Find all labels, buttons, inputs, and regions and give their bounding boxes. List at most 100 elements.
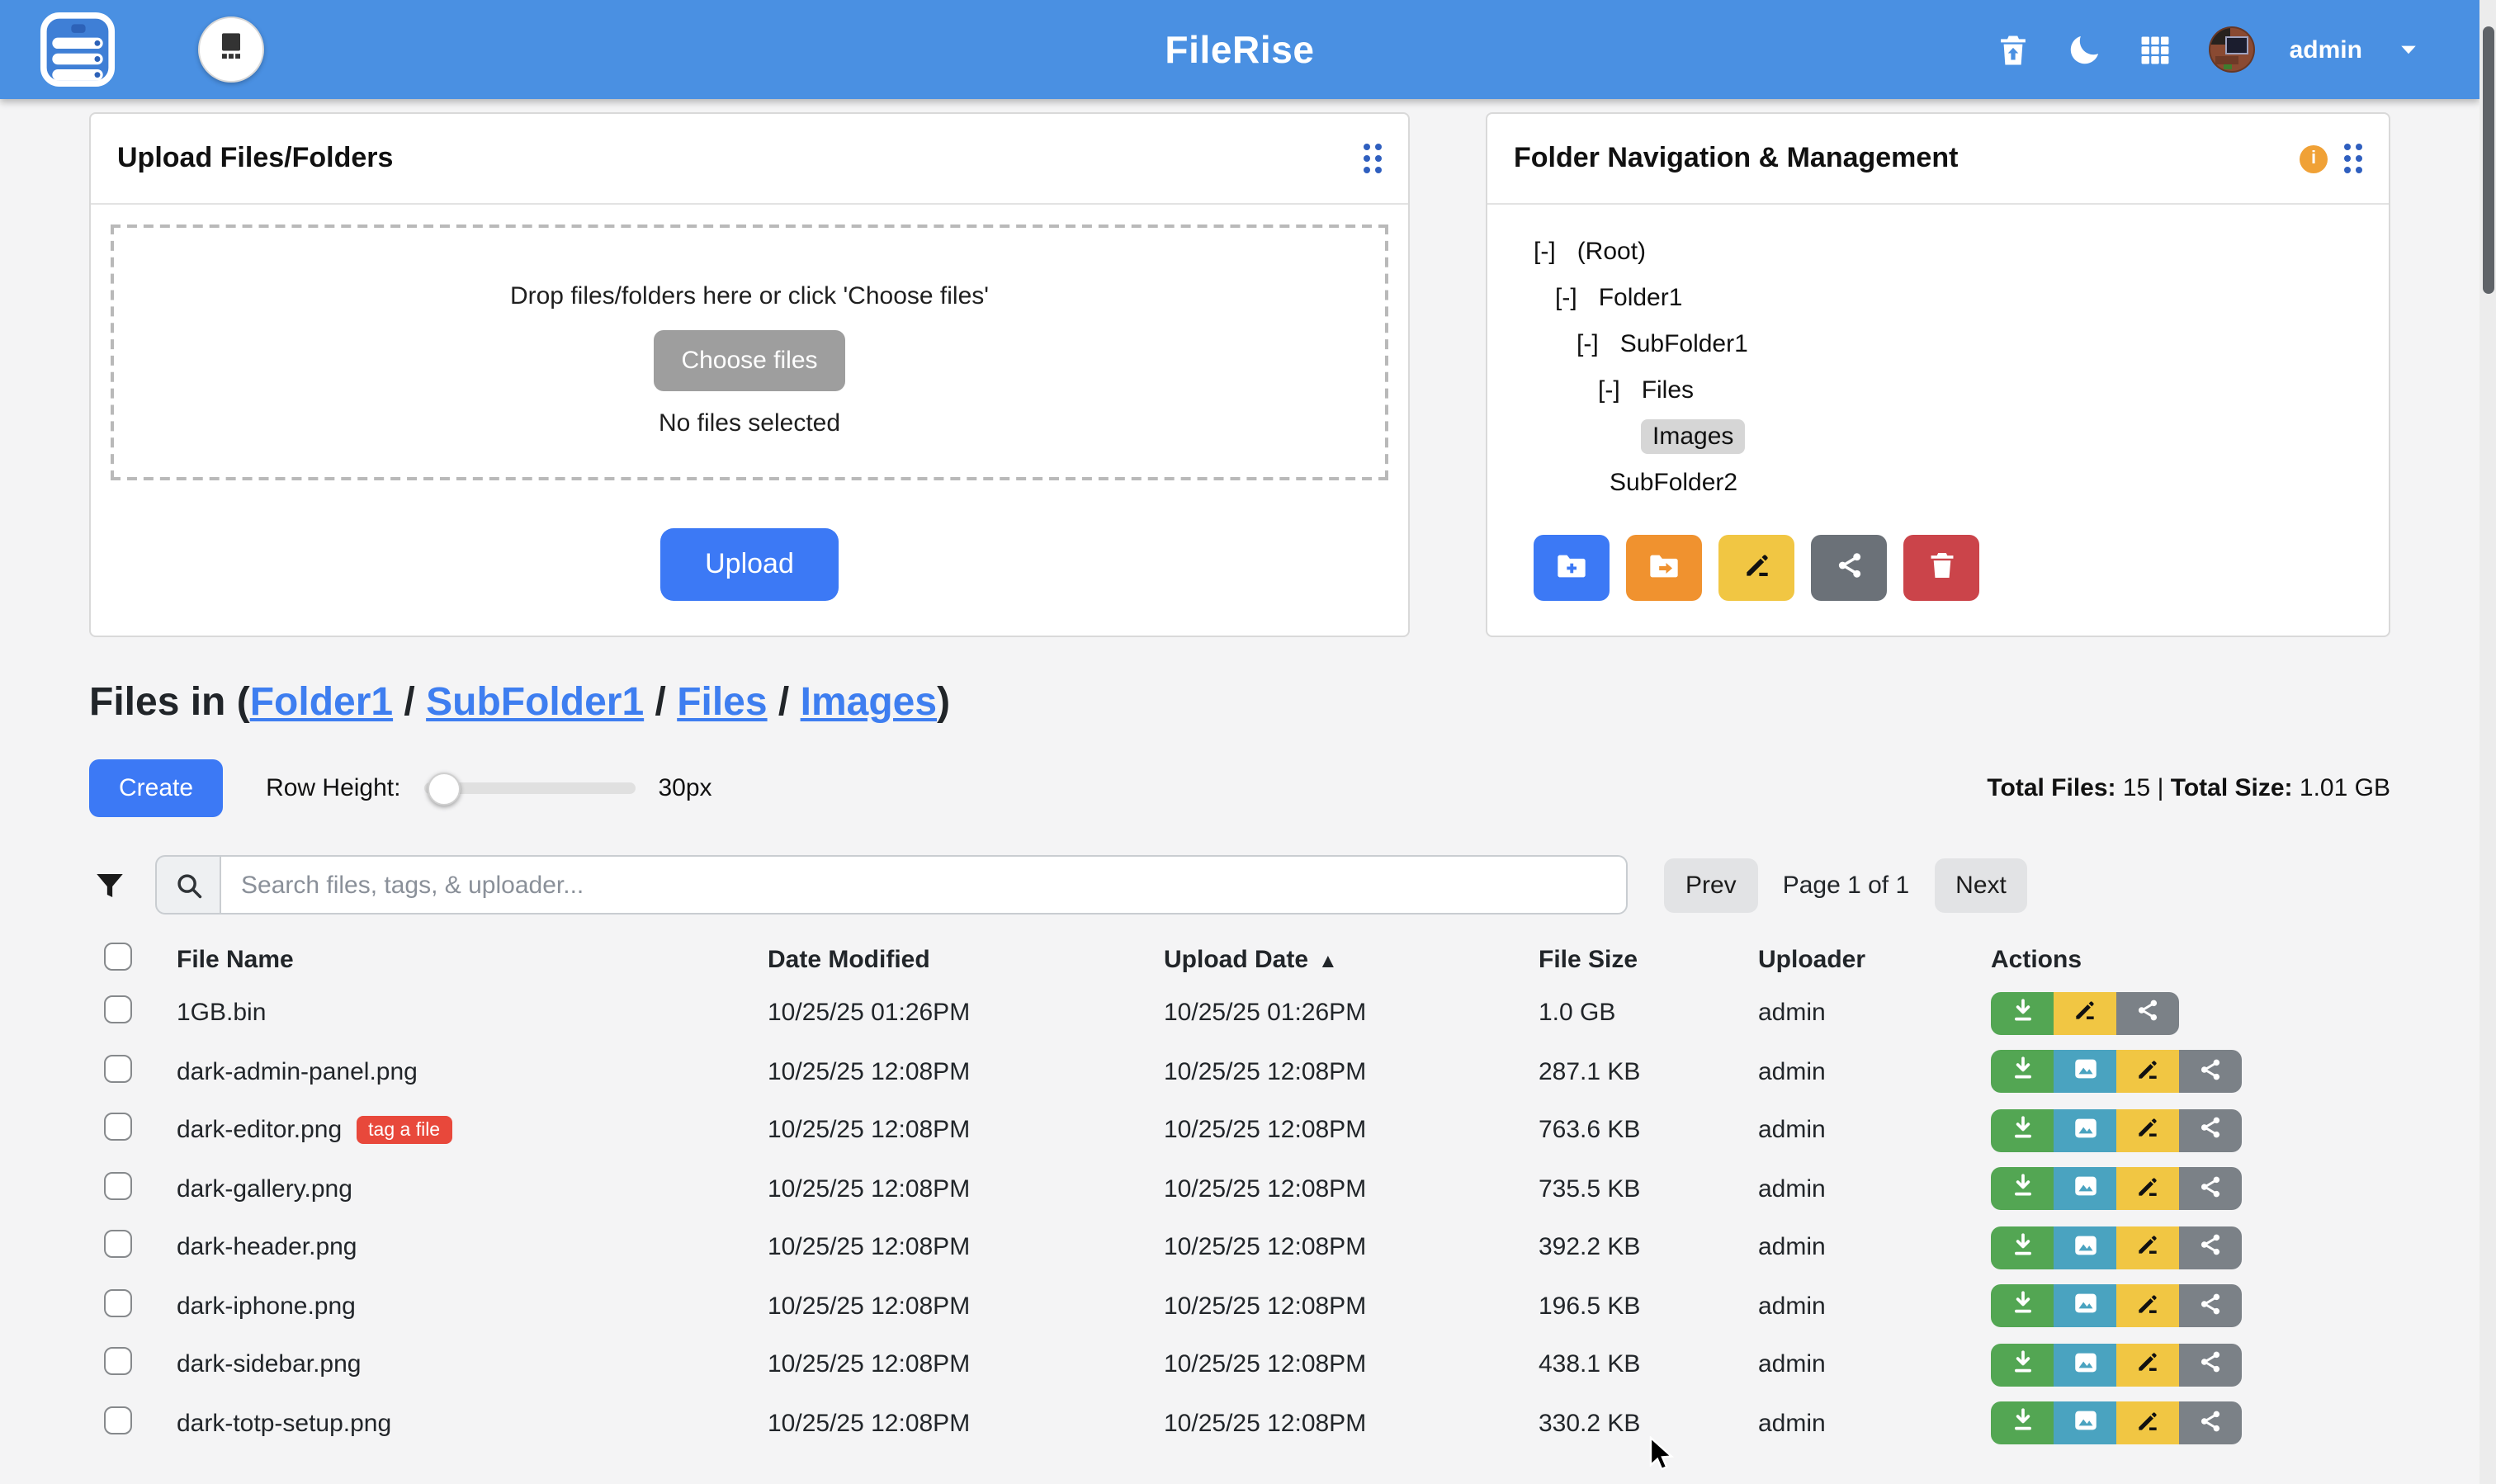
download-button[interactable] [1991,1402,2054,1445]
download-button[interactable] [1991,1109,2054,1152]
search-icon[interactable] [155,855,220,915]
drag-handle-icon[interactable] [2344,144,2362,173]
create-folder-button[interactable] [1534,535,1610,601]
file-name[interactable]: dark-totp-setup.png [177,1410,391,1438]
preview-button[interactable] [2054,1226,2116,1269]
tree-label[interactable]: SubFolder2 [1598,465,1749,499]
prev-page-button[interactable]: Prev [1664,858,1758,912]
row-checkbox[interactable] [104,1113,132,1141]
col-uploader[interactable]: Uploader [1758,945,1991,973]
trash-restore-icon[interactable] [1996,31,2032,68]
preview-button[interactable] [2054,1285,2116,1328]
rename-folder-button[interactable] [1718,535,1794,601]
file-name[interactable]: dark-admin-panel.png [177,1058,418,1086]
tree-label[interactable]: SubFolder1 [1609,326,1760,361]
breadcrumb-link-files[interactable]: Files [677,680,767,725]
edit-button[interactable] [2116,1226,2179,1269]
tree-label[interactable]: Folder1 [1587,280,1695,314]
download-button[interactable] [1991,1168,2054,1211]
dark-mode-moon-icon[interactable] [2067,31,2103,68]
row-checkbox[interactable] [104,1055,132,1083]
share-button[interactable] [2179,1168,2242,1211]
tree-label[interactable]: Images [1641,418,1745,453]
download-button[interactable] [1991,1285,2054,1328]
share-folder-button[interactable] [1811,535,1887,601]
delete-folder-button[interactable] [1903,535,1979,601]
share-button[interactable] [2179,1109,2242,1152]
row-checkbox[interactable] [104,1231,132,1259]
breadcrumb-link-folder1[interactable]: Folder1 [250,680,393,725]
upload-button[interactable]: Upload [660,528,839,601]
tree-item[interactable]: [-] Files [1487,366,2389,413]
caret-down-icon[interactable] [2397,31,2420,68]
file-name[interactable]: dark-sidebar.png [177,1351,362,1379]
preview-button[interactable] [2054,1402,2116,1445]
preview-button[interactable] [2054,1168,2116,1211]
row-checkbox[interactable] [104,1172,132,1200]
share-button[interactable] [2179,1226,2242,1269]
edit-button[interactable] [2054,992,2116,1035]
user-avatar[interactable] [2209,26,2255,73]
tree-label[interactable]: (Root) [1566,234,1657,268]
edit-button[interactable] [2116,1285,2179,1328]
scrollbar[interactable] [2479,0,2496,1484]
tag-badge[interactable]: tag a file [357,1117,451,1145]
file-name[interactable]: 1GB.bin [177,1000,266,1028]
tree-item[interactable]: [-] SubFolder1 [1487,320,2389,366]
share-button[interactable] [2179,1344,2242,1387]
scrollbar-thumb[interactable] [2482,26,2494,294]
preview-button[interactable] [2054,1109,2116,1152]
row-checkbox[interactable] [104,1348,132,1376]
col-upload-date[interactable]: Upload Date▲ [1164,945,1539,973]
edit-button[interactable] [2116,1402,2179,1445]
row-height-slider[interactable] [423,782,635,793]
tree-toggle[interactable]: [-] [1534,237,1556,265]
file-name[interactable]: dark-gallery.png [177,1175,352,1203]
filter-icon[interactable] [89,867,129,902]
search-input[interactable] [220,855,1628,915]
create-button[interactable]: Create [89,759,223,816]
edit-button[interactable] [2116,1168,2179,1211]
select-all-checkbox[interactable] [104,942,132,970]
file-name[interactable]: dark-editor.png [177,1117,342,1145]
edit-button[interactable] [2116,1109,2179,1152]
breadcrumb-link-subfolder1[interactable]: SubFolder1 [426,680,644,725]
tree-toggle[interactable]: [-] [1577,329,1599,357]
share-button[interactable] [2116,992,2179,1035]
drag-handle-icon[interactable] [1364,144,1382,173]
choose-files-button[interactable]: Choose files [653,330,845,391]
share-button[interactable] [2179,1402,2242,1445]
breadcrumb-link-images[interactable]: Images [801,680,937,725]
col-file-name[interactable]: File Name [177,945,768,973]
share-button[interactable] [2179,1051,2242,1094]
download-button[interactable] [1991,1226,2054,1269]
row-checkbox[interactable] [104,1406,132,1434]
col-file-size[interactable]: File Size [1539,945,1758,973]
slider-thumb[interactable] [427,773,460,806]
file-name[interactable]: dark-header.png [177,1234,357,1262]
share-button[interactable] [2179,1285,2242,1328]
file-name[interactable]: dark-iphone.png [177,1293,356,1321]
download-button[interactable] [1991,1051,2054,1094]
col-date-modified[interactable]: Date Modified [768,945,1164,973]
next-page-button[interactable]: Next [1934,858,2028,912]
edit-button[interactable] [2116,1344,2179,1387]
username-label[interactable]: admin [2290,35,2362,64]
move-folder-button[interactable] [1626,535,1702,601]
row-checkbox[interactable] [104,996,132,1024]
file-dropzone[interactable]: Drop files/folders here or click 'Choose… [111,224,1388,480]
tree-label[interactable]: Files [1630,372,1705,407]
tree-item[interactable]: [-] (Root) [1487,228,2389,274]
tree-item[interactable]: Images [1487,413,2389,459]
preview-button[interactable] [2054,1344,2116,1387]
edit-button[interactable] [2116,1051,2179,1094]
tree-toggle[interactable]: [-] [1555,283,1577,311]
apps-grid-icon[interactable] [2138,31,2174,68]
info-icon[interactable]: i [2300,144,2328,173]
download-button[interactable] [1991,992,2054,1035]
tree-toggle[interactable]: [-] [1598,376,1620,404]
tree-item[interactable]: SubFolder2 [1487,459,2389,505]
download-button[interactable] [1991,1344,2054,1387]
preview-button[interactable] [2054,1051,2116,1094]
tree-item[interactable]: [-] Folder1 [1487,274,2389,320]
